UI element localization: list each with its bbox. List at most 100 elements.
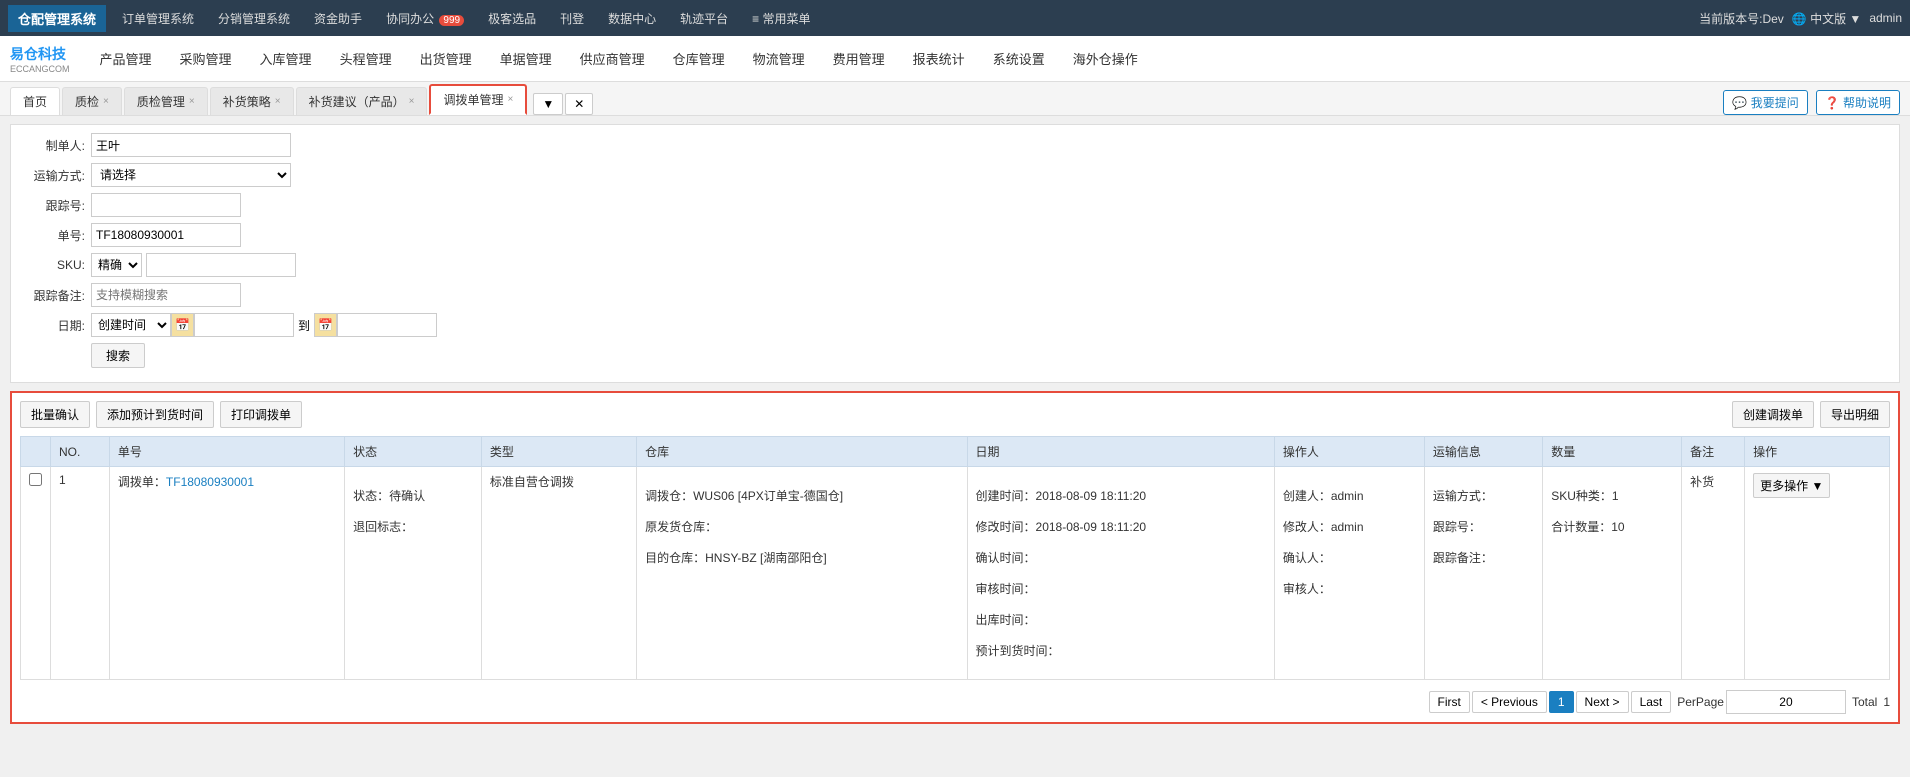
tab-quality-check[interactable]: 质检 × bbox=[62, 87, 122, 115]
page-prev-btn[interactable]: < Previous bbox=[1472, 691, 1547, 713]
nav-distribution[interactable]: 分销管理系统 bbox=[206, 6, 302, 31]
row-operator: 创建人：admin 修改人：admin 确认人： 审核人： bbox=[1274, 467, 1424, 680]
more-actions-btn[interactable]: 更多操作 ▼ bbox=[1753, 473, 1830, 498]
order-no-link[interactable]: TF18080930001 bbox=[166, 475, 254, 489]
tab-restock-advice-label: 补货建议（产品） bbox=[309, 93, 405, 110]
menu-supplier[interactable]: 供应商管理 bbox=[566, 45, 659, 72]
tab-restock-strategy-close[interactable]: × bbox=[275, 96, 281, 107]
col-transport-info: 运输信息 bbox=[1424, 437, 1542, 467]
row-status: 状态：待确认 退回标志： bbox=[345, 467, 482, 680]
page-next-btn[interactable]: Next > bbox=[1576, 691, 1629, 713]
nav-tracking[interactable]: 轨迹平台 bbox=[668, 6, 740, 31]
logo-sub: ECCANGCOM bbox=[10, 64, 70, 74]
menu-logistics[interactable]: 物流管理 bbox=[739, 45, 819, 72]
language-selector[interactable]: 🌐 中文版 ▼ bbox=[1792, 10, 1862, 27]
nav-collab[interactable]: 协同办公 999 bbox=[374, 6, 476, 31]
confirmer: 确认人： bbox=[1283, 549, 1416, 566]
batch-confirm-btn[interactable]: 批量确认 bbox=[20, 401, 90, 428]
sku-input[interactable] bbox=[146, 253, 296, 277]
col-order-no: 单号 bbox=[109, 437, 344, 467]
tab-quality-mgmt-label: 质检管理 bbox=[137, 93, 185, 110]
brand-label[interactable]: 仓配管理系统 bbox=[8, 5, 106, 32]
order-no-label: 单号: bbox=[21, 227, 91, 244]
search-button[interactable]: 搜索 bbox=[91, 343, 145, 368]
creator-label: 制单人: bbox=[21, 137, 91, 154]
tab-close-all-btn[interactable]: ✕ bbox=[565, 93, 593, 115]
page-last-btn[interactable]: Last bbox=[1631, 691, 1672, 713]
tab-quality-check-label: 质检 bbox=[75, 93, 99, 110]
audit-time: 审核时间： bbox=[976, 580, 1266, 597]
nav-common-menu[interactable]: ≡ 常用菜单 bbox=[740, 6, 822, 31]
tab-dropdown-btn[interactable]: ▼ bbox=[533, 93, 563, 115]
search-form: 制单人: 运输方式: 请选择 跟踪号: 单号: SKU: 精确 模糊 bbox=[10, 124, 1900, 383]
nav-publish[interactable]: 刊登 bbox=[548, 6, 596, 31]
create-transfer-btn[interactable]: 创建调拨单 bbox=[1732, 401, 1814, 428]
outbound-time: 出库时间： bbox=[976, 611, 1266, 628]
row-checkbox[interactable] bbox=[29, 473, 42, 486]
row-type: 标准自营仓调拨 bbox=[481, 467, 636, 680]
tracking-label: 跟踪号: bbox=[21, 197, 91, 214]
creator-input[interactable] bbox=[91, 133, 291, 157]
sku-label: SKU: bbox=[21, 258, 91, 272]
col-status: 状态 bbox=[345, 437, 482, 467]
menu-outbound[interactable]: 出货管理 bbox=[406, 45, 486, 72]
date-to-calendar-btn[interactable]: 📅 bbox=[314, 313, 337, 337]
menu-warehouse[interactable]: 仓库管理 bbox=[659, 45, 739, 72]
tab-restock-strategy[interactable]: 补货策略 × bbox=[210, 87, 294, 115]
nav-data-center[interactable]: 数据中心 bbox=[596, 6, 668, 31]
menu-headtrip[interactable]: 头程管理 bbox=[326, 45, 406, 72]
menu-overseas[interactable]: 海外仓操作 bbox=[1059, 45, 1152, 72]
menu-reports[interactable]: 报表统计 bbox=[899, 45, 979, 72]
tab-quality-check-close[interactable]: × bbox=[103, 96, 109, 107]
menu-product[interactable]: 产品管理 bbox=[86, 45, 166, 72]
top-navigation: 仓配管理系统 订单管理系统 分销管理系统 资金助手 协同办公 999 极客选品 … bbox=[0, 0, 1910, 36]
order-type-label: 调拨单： bbox=[118, 475, 166, 489]
menu-documents[interactable]: 单据管理 bbox=[486, 45, 566, 72]
nav-order-mgmt[interactable]: 订单管理系统 bbox=[110, 6, 206, 31]
form-row-sku: SKU: 精确 模糊 bbox=[21, 253, 1889, 277]
transport-select[interactable]: 请选择 bbox=[91, 163, 291, 187]
order-no-input[interactable] bbox=[91, 223, 241, 247]
nav-finance[interactable]: 资金助手 bbox=[302, 6, 374, 31]
user-label[interactable]: admin bbox=[1869, 11, 1902, 25]
col-type: 类型 bbox=[481, 437, 636, 467]
top-right-area: 当前版本号:Dev 🌐 中文版 ▼ admin bbox=[1699, 10, 1902, 27]
tab-transfer-order-close[interactable]: × bbox=[507, 94, 513, 105]
data-table: NO. 单号 状态 类型 仓库 日期 操作人 运输信息 数量 备注 操作 bbox=[20, 436, 1890, 680]
help-docs-btn[interactable]: ❓ 帮助说明 bbox=[1816, 90, 1900, 115]
date-type-select[interactable]: 创建时间 修改时间 bbox=[91, 313, 171, 337]
page-current-btn[interactable]: 1 bbox=[1549, 691, 1574, 713]
menu-purchase[interactable]: 采购管理 bbox=[166, 45, 246, 72]
page-first-btn[interactable]: First bbox=[1429, 691, 1470, 713]
menu-fees[interactable]: 费用管理 bbox=[819, 45, 899, 72]
tracking-no: 跟踪号： bbox=[1433, 518, 1534, 535]
total-count: 1 bbox=[1883, 695, 1890, 709]
col-quantity: 数量 bbox=[1543, 437, 1682, 467]
date-to-input[interactable] bbox=[337, 313, 437, 337]
tracking-input[interactable] bbox=[91, 193, 241, 217]
ask-question-btn[interactable]: 💬 我要提问 bbox=[1723, 90, 1807, 115]
pagination: First < Previous 1 Next > Last PerPage T… bbox=[20, 690, 1890, 714]
tab-home[interactable]: 首页 bbox=[10, 87, 60, 115]
menu-settings[interactable]: 系统设置 bbox=[979, 45, 1059, 72]
per-page-input[interactable] bbox=[1726, 690, 1846, 714]
tab-quality-mgmt-close[interactable]: × bbox=[189, 96, 195, 107]
creator: 创建人：admin bbox=[1283, 487, 1416, 504]
menu-inbound[interactable]: 入库管理 bbox=[246, 45, 326, 72]
export-detail-btn[interactable]: 导出明细 bbox=[1820, 401, 1890, 428]
print-transfer-btn[interactable]: 打印调拨单 bbox=[220, 401, 302, 428]
date-from-calendar-btn[interactable]: 📅 bbox=[171, 313, 194, 337]
create-time: 创建时间：2018-08-09 18:11:20 bbox=[976, 487, 1266, 504]
add-eta-btn[interactable]: 添加预计到货时间 bbox=[96, 401, 214, 428]
date-from-input[interactable] bbox=[194, 313, 294, 337]
tab-quality-mgmt[interactable]: 质检管理 × bbox=[124, 87, 208, 115]
nav-products[interactable]: 极客选品 bbox=[476, 6, 548, 31]
tab-restock-advice-close[interactable]: × bbox=[409, 96, 415, 107]
sku-match-select[interactable]: 精确 模糊 bbox=[91, 253, 142, 277]
remark-input[interactable] bbox=[91, 283, 241, 307]
tab-restock-advice[interactable]: 补货建议（产品） × bbox=[296, 87, 428, 115]
tab-bar: 首页 质检 × 质检管理 × 补货策略 × 补货建议（产品） × 调拨单管理 ×… bbox=[0, 82, 1910, 116]
tab-transfer-order[interactable]: 调拨单管理 × bbox=[429, 84, 527, 115]
results-area: 批量确认 添加预计到货时间 打印调拨单 创建调拨单 导出明细 NO. 单号 状态… bbox=[10, 391, 1900, 724]
table-row: 1 调拨单：TF18080930001 状态：待确认 退回标志： 标准自营仓调拨… bbox=[21, 467, 1890, 680]
